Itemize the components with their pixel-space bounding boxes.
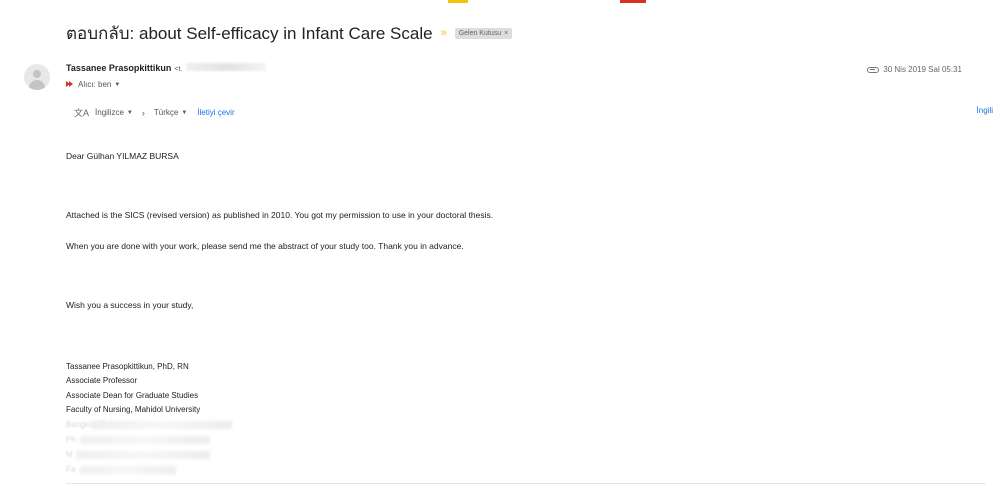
message-divider bbox=[66, 483, 986, 484]
inbox-label-text: Gelen Kutusu bbox=[458, 30, 502, 37]
signature-organization: Faculty of Nursing, Mahidol University bbox=[66, 405, 201, 414]
translate-icon: 文A bbox=[74, 108, 90, 118]
date-row: 30 Nis 2019 Sal 05:31 bbox=[867, 65, 962, 74]
redacted-phone bbox=[80, 436, 210, 444]
sender-avatar-icon[interactable] bbox=[24, 64, 50, 90]
email-subject: ตอบกลับ: about Self-efficacy in Infant C… bbox=[66, 24, 433, 43]
source-language-label: İngilizce bbox=[95, 108, 124, 117]
signature-fax-faded: Fa bbox=[66, 465, 76, 474]
recipient-label: Alıcı: ben bbox=[78, 80, 112, 89]
always-translate-link[interactable]: İngili bbox=[977, 106, 993, 115]
important-marker-icon bbox=[66, 81, 74, 88]
top-strip bbox=[0, 0, 999, 4]
sender-name[interactable]: Tassanee Prasopkittikun bbox=[66, 63, 171, 73]
signature-mobile-faded: M bbox=[66, 450, 73, 459]
recipient-row[interactable]: Alıcı: ben ▼ bbox=[66, 80, 120, 89]
inbox-label-chip[interactable]: Gelen Kutusu × bbox=[454, 28, 513, 39]
message-paragraph-1: Attached is the SICS (revised version) a… bbox=[66, 210, 494, 220]
importance-marker-icon[interactable]: » bbox=[441, 28, 447, 39]
recipient-details-chevron-icon[interactable]: ▼ bbox=[114, 82, 120, 88]
source-language-chevron-icon: ▼ bbox=[126, 109, 133, 116]
sender-row: Tassanee Prasopkittikun <t. bbox=[66, 63, 267, 73]
message-date: 30 Nis 2019 Sal 05:31 bbox=[883, 65, 962, 74]
message-greeting: Dear Gülhan YILMAZ BURSA bbox=[66, 151, 179, 161]
redacted-mobile bbox=[76, 451, 210, 459]
target-language-select[interactable]: Türkçe ▼ bbox=[154, 108, 187, 117]
target-language-chevron-icon: ▼ bbox=[181, 109, 188, 116]
signature-position: Associate Dean for Graduate Studies bbox=[66, 391, 199, 400]
sender-email: <t. bbox=[174, 66, 183, 73]
remove-label-icon[interactable]: × bbox=[504, 30, 508, 37]
attachment-icon bbox=[867, 66, 880, 73]
message-closing: Wish you a success in your study, bbox=[66, 300, 194, 310]
signature-name: Tassanee Prasopkittikun, PhD, RN bbox=[66, 362, 189, 371]
top-strip-yellow-mark bbox=[448, 0, 468, 3]
arrow-right-icon: › bbox=[141, 107, 145, 118]
avatar-head bbox=[33, 70, 41, 78]
translate-message-link[interactable]: İletiyi çevir bbox=[197, 108, 234, 117]
top-strip-red-mark bbox=[620, 0, 646, 3]
signature-phone-faded: Ph bbox=[66, 435, 76, 444]
avatar-body bbox=[29, 80, 45, 90]
target-language-label: Türkçe bbox=[153, 108, 179, 117]
sender-email-redacted bbox=[186, 63, 267, 71]
subject-row: ตอบกลับ: about Self-efficacy in Infant C… bbox=[66, 20, 513, 47]
translate-bar: 文A İngilizce ▼ › Türkçe ▼ İletiyi çevir bbox=[74, 106, 235, 119]
message-paragraph-2: When you are done with your work, please… bbox=[66, 241, 464, 251]
source-language-select[interactable]: İngilizce ▼ bbox=[95, 108, 133, 117]
redacted-address bbox=[92, 421, 232, 429]
signature-title: Associate Professor bbox=[66, 376, 138, 385]
redacted-fax bbox=[80, 466, 176, 474]
